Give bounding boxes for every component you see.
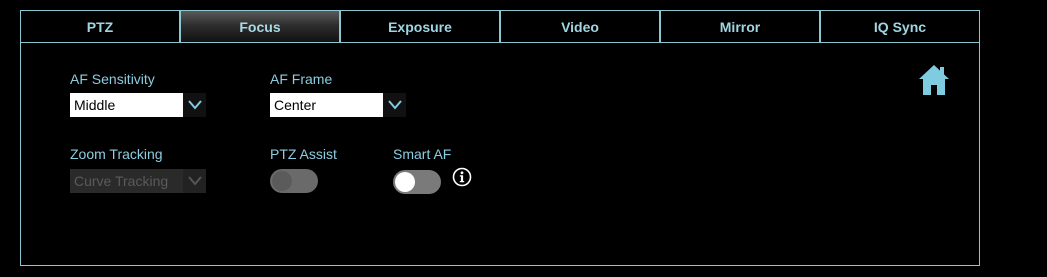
ptz-assist-toggle bbox=[270, 169, 318, 193]
tab-iq-sync[interactable]: IQ Sync bbox=[820, 10, 980, 42]
chevron-down-icon[interactable] bbox=[383, 93, 406, 117]
tab-bar: PTZ Focus Exposure Video Mirror IQ Sync bbox=[20, 10, 980, 42]
smart-af-toggle[interactable] bbox=[393, 170, 441, 194]
af-frame-select[interactable]: Center bbox=[270, 93, 406, 117]
tab-exposure[interactable]: Exposure bbox=[340, 10, 500, 42]
focus-panel: AF Sensitivity Middle AF Frame Center Zo… bbox=[20, 42, 980, 266]
af-frame-label: AF Frame bbox=[270, 71, 333, 87]
smart-af-label: Smart AF bbox=[393, 146, 452, 162]
af-frame-value: Center bbox=[270, 93, 383, 117]
home-icon[interactable] bbox=[918, 63, 950, 97]
chevron-down-icon bbox=[183, 169, 206, 193]
tab-video[interactable]: Video bbox=[500, 10, 660, 42]
zoom-tracking-label: Zoom Tracking bbox=[70, 146, 163, 162]
info-icon[interactable] bbox=[452, 167, 472, 187]
tab-ptz[interactable]: PTZ bbox=[20, 10, 180, 42]
af-sensitivity-label: AF Sensitivity bbox=[70, 71, 155, 87]
zoom-tracking-value: Curve Tracking bbox=[70, 169, 183, 193]
chevron-down-icon[interactable] bbox=[183, 93, 206, 117]
af-sensitivity-select[interactable]: Middle bbox=[70, 93, 206, 117]
af-sensitivity-value: Middle bbox=[70, 93, 183, 117]
tab-mirror[interactable]: Mirror bbox=[660, 10, 820, 42]
tab-focus[interactable]: Focus bbox=[180, 10, 340, 42]
toggle-knob bbox=[395, 172, 415, 192]
ptz-assist-label: PTZ Assist bbox=[270, 146, 337, 162]
focus-settings-page: PTZ Focus Exposure Video Mirror IQ Sync … bbox=[0, 0, 1047, 277]
zoom-tracking-select: Curve Tracking bbox=[70, 169, 206, 193]
toggle-knob bbox=[272, 171, 292, 191]
